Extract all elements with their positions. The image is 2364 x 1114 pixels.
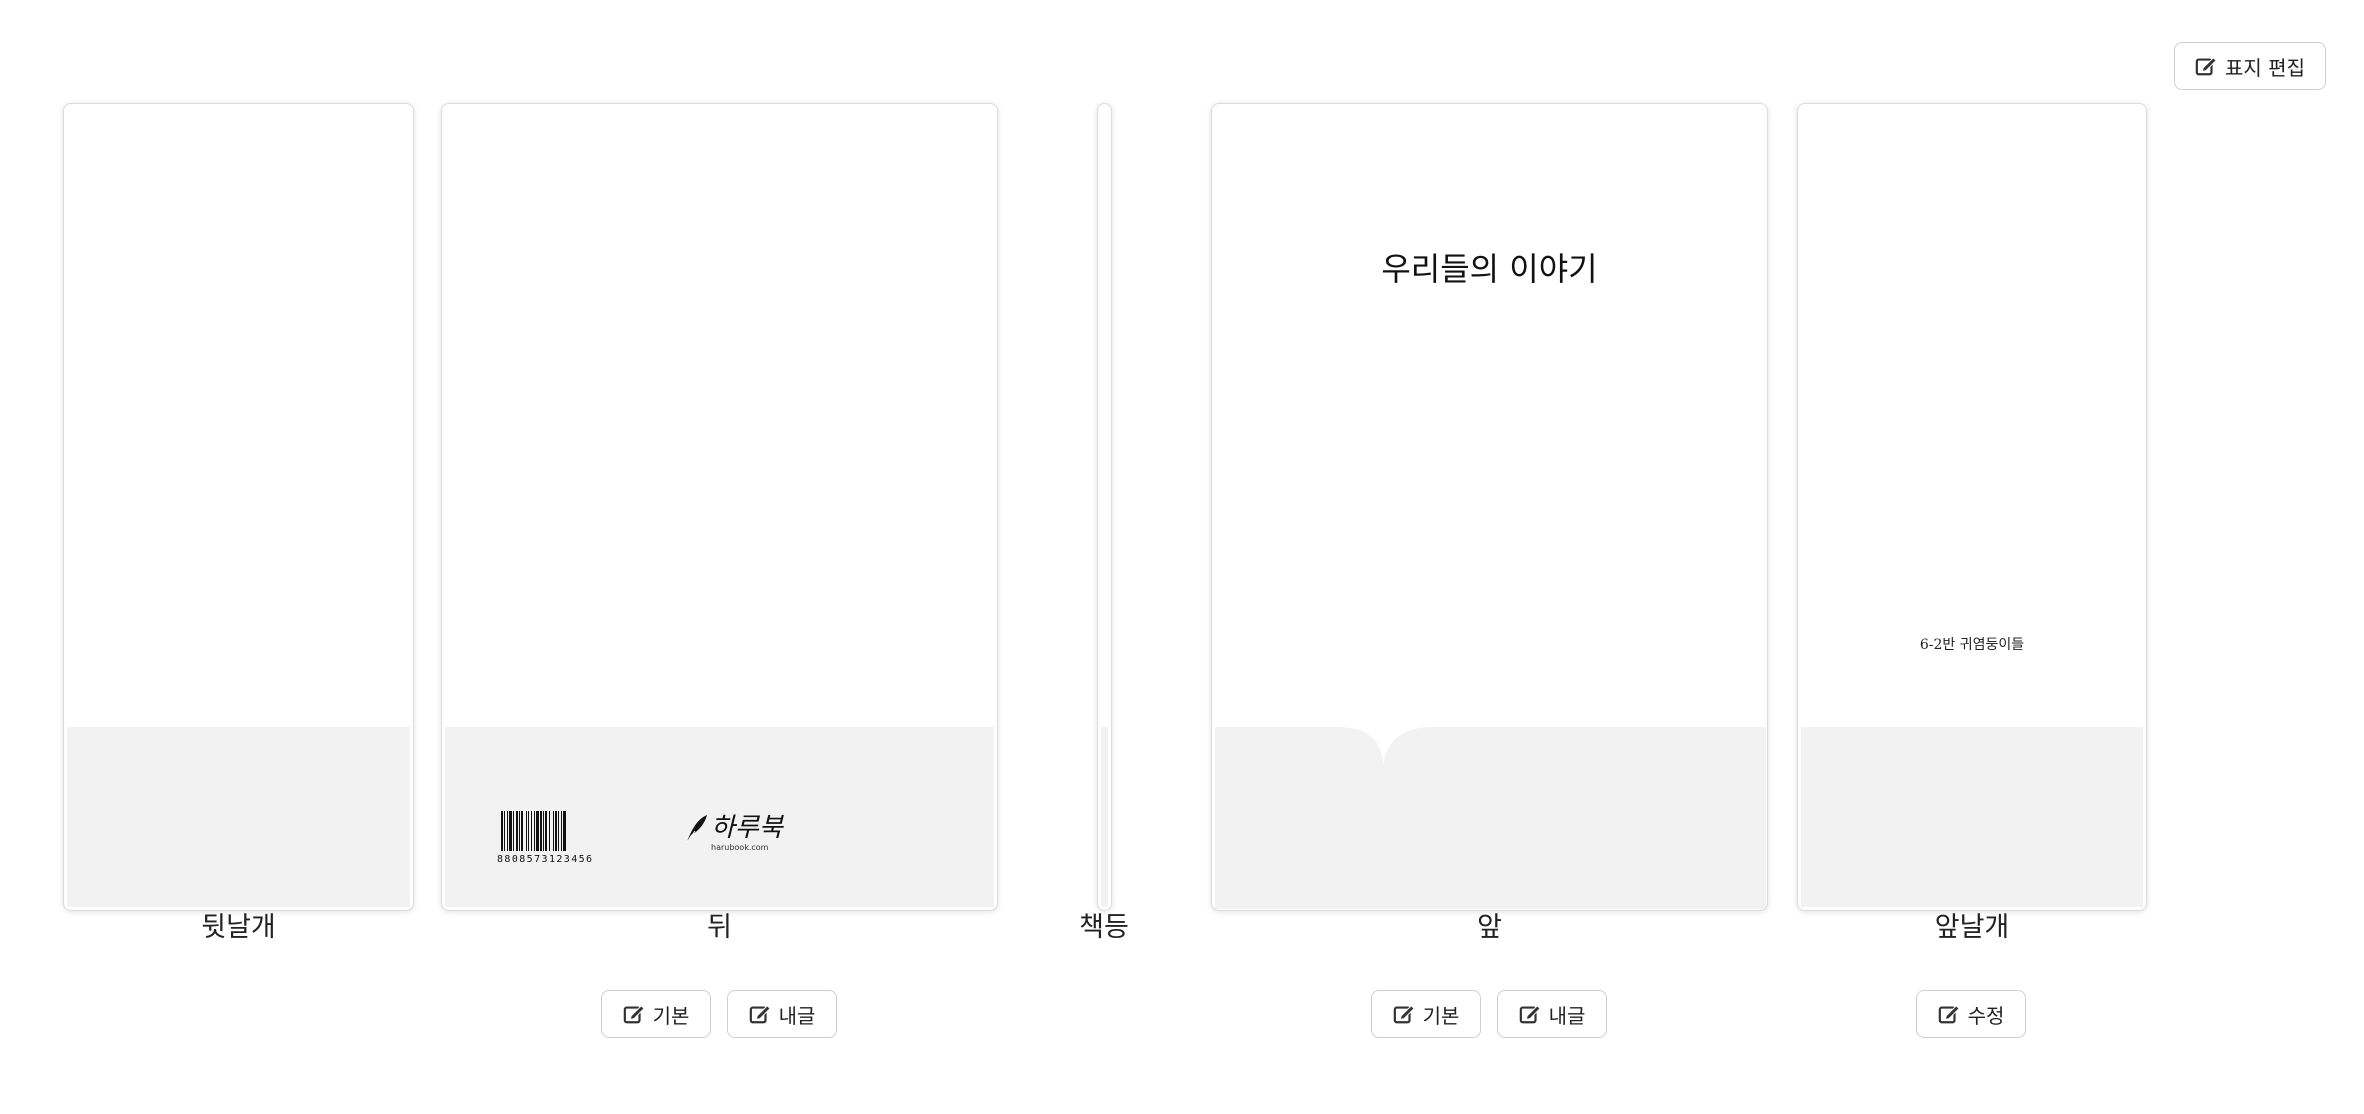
barcode-bar — [555, 811, 557, 851]
barcode-bar — [531, 811, 532, 851]
barcode-bar — [504, 811, 505, 851]
barcode: 8808573123456 — [497, 811, 605, 865]
front-basic-button[interactable]: 기본 — [1371, 990, 1481, 1038]
publisher-logo-url: harubook.com — [711, 843, 769, 852]
publisher-logo-text: 하루북 — [711, 813, 783, 843]
front-cover-bottom-area — [1215, 727, 1766, 909]
barcode-bar — [558, 811, 559, 851]
barcode-bar — [526, 811, 527, 851]
front-flap-bottom-area — [1801, 727, 2143, 907]
front-flap-edit-button[interactable]: 수정 — [1916, 990, 2026, 1038]
back-flap-label: 뒷날개 — [201, 912, 276, 943]
barcode-bar — [545, 811, 547, 851]
back-basic-label: 기본 — [652, 1003, 690, 1028]
barcode-bar — [509, 811, 512, 851]
front-basic-label: 기본 — [1422, 1003, 1460, 1028]
quill-icon — [685, 813, 709, 847]
front-flap-author: 6-2반 귀염둥이들 — [1919, 637, 2025, 653]
barcode-bar — [553, 811, 554, 851]
spine-label: 책등 — [1079, 912, 1129, 943]
barcode-bar — [501, 811, 503, 851]
barcode-bar — [536, 811, 539, 851]
spine-panel[interactable] — [1097, 103, 1112, 911]
front-text-button[interactable]: 내글 — [1497, 990, 1607, 1038]
front-flap-edit-label: 수정 — [1967, 1003, 2005, 1028]
edit-icon — [1938, 1003, 1960, 1025]
front-cover-title: 우리들의 이야기 — [1381, 250, 1598, 288]
barcode-bar — [521, 811, 523, 851]
back-flap-bottom-area — [67, 727, 410, 907]
back-basic-button[interactable]: 기본 — [601, 990, 711, 1038]
spine-bottom-area — [1101, 727, 1108, 907]
barcode-bar — [507, 811, 508, 851]
back-text-button[interactable]: 내글 — [727, 990, 837, 1038]
back-cover-label: 뒤 — [707, 912, 732, 943]
barcode-bar — [516, 811, 518, 851]
barcode-number: 8808573123456 — [497, 854, 594, 865]
barcode-bar — [534, 811, 535, 851]
front-flap-label: 앞날개 — [1934, 912, 2010, 943]
barcode-bar — [540, 811, 542, 851]
edit-icon — [749, 1003, 771, 1025]
edit-icon — [1393, 1003, 1415, 1025]
front-cover-panel[interactable]: 우리들의 이야기 — [1211, 103, 1768, 911]
back-cover-panel[interactable]: 8808573123456 하루북 harubook.com — [441, 103, 998, 911]
back-flap-panel[interactable] — [63, 103, 414, 911]
front-cover-label: 앞 — [1477, 912, 1502, 943]
barcode-bar — [519, 811, 520, 851]
barcode-bar — [549, 811, 550, 851]
front-text-label: 내글 — [1548, 1003, 1586, 1028]
edit-icon — [1519, 1003, 1541, 1025]
barcode-bar — [543, 811, 544, 851]
front-flap-panel[interactable]: 6-2반 귀염둥이들 — [1797, 103, 2147, 911]
edit-cover-button[interactable]: 표지 편집 — [2174, 42, 2326, 90]
back-cover-bottom-area: 8808573123456 하루북 harubook.com — [445, 727, 994, 907]
barcode-bar — [561, 811, 562, 851]
barcode-bar — [528, 811, 529, 851]
edit-icon — [2195, 55, 2217, 77]
back-text-label: 내글 — [778, 1003, 816, 1028]
edit-icon — [623, 1003, 645, 1025]
barcode-bar — [563, 811, 566, 851]
edit-cover-label: 표지 편집 — [2225, 55, 2305, 80]
publisher-logo: 하루북 harubook.com — [683, 807, 783, 857]
barcode-bar — [513, 811, 514, 851]
